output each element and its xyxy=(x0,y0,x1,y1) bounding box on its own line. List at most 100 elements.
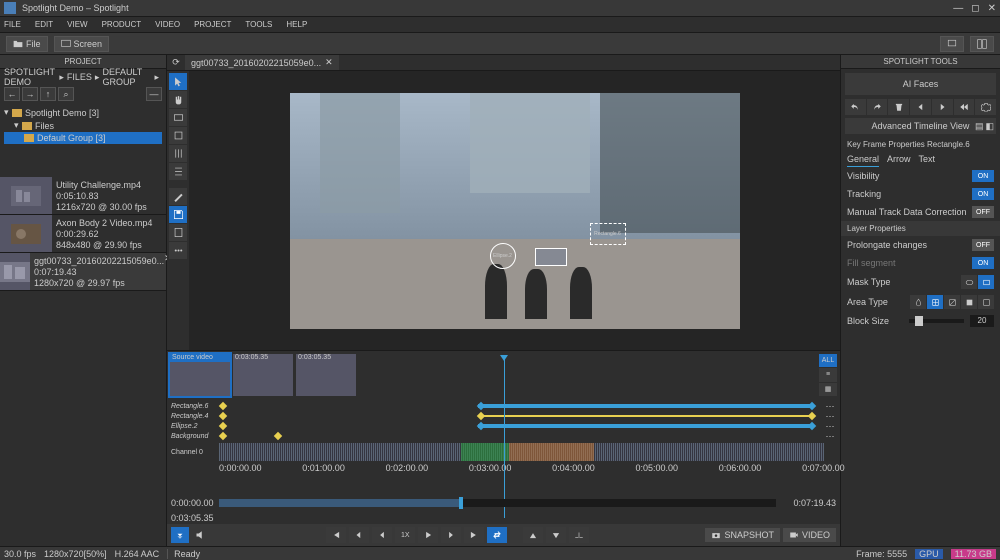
goto-start-button[interactable] xyxy=(326,527,346,543)
next-kf-button[interactable] xyxy=(932,99,953,115)
nav-fwd-button[interactable]: → xyxy=(22,87,38,101)
vlines-tool[interactable] xyxy=(169,163,187,180)
menu-video[interactable]: VIDEO xyxy=(155,20,180,29)
area-grid-button[interactable] xyxy=(927,295,943,309)
tree-root[interactable]: ▾Spotlight Demo [3] xyxy=(4,106,162,119)
sound-button[interactable] xyxy=(192,527,210,543)
atv-opt2-icon[interactable]: ◧ xyxy=(985,121,994,132)
crumb-group[interactable]: DEFAULT GROUP xyxy=(102,67,151,87)
square-tool[interactable] xyxy=(169,127,187,144)
keyframe-props-title: Key Frame Properties Rectangle.6 xyxy=(841,137,1000,152)
menu-edit[interactable]: EDIT xyxy=(35,20,53,29)
menu-project[interactable]: PROJECT xyxy=(194,20,231,29)
mask-rect-button[interactable] xyxy=(978,275,994,289)
step-fwd-button[interactable] xyxy=(441,527,461,543)
playhead[interactable] xyxy=(504,359,505,518)
step-back-button[interactable] xyxy=(372,527,392,543)
atv-opt1-icon[interactable]: ▤ xyxy=(975,121,984,132)
nav-collapse-button[interactable]: — xyxy=(146,87,162,101)
layout-button[interactable] xyxy=(970,36,994,52)
clip-item[interactable]: Utility Challenge.mp40:05:10.831216x720 … xyxy=(0,177,166,215)
crumb-files[interactable]: FILES xyxy=(67,72,92,82)
menu-help[interactable]: HELP xyxy=(286,20,307,29)
settings-button[interactable] xyxy=(975,99,996,115)
layer-thumb[interactable]: 0:03:05.35 xyxy=(296,354,356,396)
close-button[interactable]: ✕ xyxy=(988,3,996,14)
manual-toggle[interactable]: OFF xyxy=(972,206,994,218)
play-button[interactable] xyxy=(418,527,438,543)
delete-button[interactable] xyxy=(888,99,909,115)
crumb-root[interactable]: SPOTLIGHT DEMO xyxy=(4,67,56,87)
mark-out-button[interactable] xyxy=(546,527,566,543)
monitor-button[interactable] xyxy=(940,36,964,52)
prev-frame-button[interactable] xyxy=(349,527,369,543)
block-slider[interactable] xyxy=(909,319,965,323)
redo-button[interactable] xyxy=(867,99,888,115)
rect-overlay[interactable] xyxy=(535,248,567,266)
fill-toggle[interactable]: ON xyxy=(972,257,994,269)
area-drop-button[interactable] xyxy=(910,295,926,309)
video-button[interactable]: VIDEO xyxy=(783,528,836,542)
ellipse-overlay[interactable]: Ellipse.2 xyxy=(490,243,516,269)
area-solid-button[interactable] xyxy=(961,295,977,309)
all-button[interactable]: ALL xyxy=(819,354,837,367)
grid-view-button[interactable]: ▦ xyxy=(819,383,837,396)
clip-item[interactable]: ggt00733_20160202215059e0...0:07:19.4312… xyxy=(0,253,166,291)
save-tool[interactable] xyxy=(169,206,187,223)
mask-ellipse-button[interactable] xyxy=(961,275,977,289)
wand-tool[interactable] xyxy=(169,188,187,205)
status-bar: 30.0 fps 1280x720[50%] H.264 AAC Ready F… xyxy=(0,546,1000,560)
screen-button[interactable]: Screen xyxy=(54,36,110,52)
tab-general[interactable]: General xyxy=(847,152,879,167)
menu-tools[interactable]: TOOLS xyxy=(245,20,272,29)
tracking-toggle[interactable]: ON xyxy=(972,188,994,200)
expand-button[interactable] xyxy=(171,527,189,543)
snapshot-button[interactable]: SNAPSHOT xyxy=(705,528,780,542)
video-viewport[interactable]: Ellipse.2 Rectangle.6 xyxy=(189,71,840,350)
note-tool[interactable] xyxy=(169,224,187,241)
tree-files[interactable]: ▾Files xyxy=(4,119,162,132)
ai-faces-button[interactable]: AI Faces xyxy=(845,73,996,95)
bars-tool[interactable] xyxy=(169,145,187,162)
layer-thumb[interactable]: 0:03:05.35 xyxy=(233,354,293,396)
rewind-button[interactable] xyxy=(954,99,975,115)
clip-item[interactable]: Axon Body 2 Video.mp40:00:29.62848x480 @… xyxy=(0,215,166,253)
track-menu-button[interactable]: ⋯ xyxy=(824,431,836,442)
scrub-bar[interactable] xyxy=(219,499,776,507)
rect-tool[interactable] xyxy=(169,109,187,126)
pointer-tool[interactable] xyxy=(169,73,187,90)
menu-view[interactable]: VIEW xyxy=(67,20,87,29)
nav-up-button[interactable]: ↑ xyxy=(40,87,56,101)
prev-kf-button[interactable] xyxy=(910,99,931,115)
file-button[interactable]: File xyxy=(6,36,48,52)
area-diag-button[interactable] xyxy=(944,295,960,309)
split-button[interactable] xyxy=(569,527,589,543)
minimize-button[interactable]: — xyxy=(953,3,963,14)
loop-button[interactable] xyxy=(487,527,507,543)
undo-button[interactable] xyxy=(845,99,866,115)
hand-tool[interactable] xyxy=(169,91,187,108)
tab-text[interactable]: Text xyxy=(919,152,936,167)
dots-tool[interactable] xyxy=(169,242,187,259)
tree-default-group[interactable]: Default Group [3] xyxy=(4,132,162,144)
area-outline-button[interactable] xyxy=(978,295,994,309)
maximize-button[interactable]: ◻ xyxy=(971,3,979,14)
menu-product[interactable]: PRODUCT xyxy=(102,20,142,29)
goto-end-button[interactable] xyxy=(464,527,484,543)
tab-arrow[interactable]: Arrow xyxy=(887,152,911,167)
visibility-toggle[interactable]: ON xyxy=(972,170,994,182)
nav-search-button[interactable]: ⌕ xyxy=(58,87,74,101)
list-view-button[interactable]: ≡ xyxy=(819,368,837,381)
menu-file[interactable]: FILE xyxy=(4,20,21,29)
block-value[interactable]: 20 xyxy=(970,315,994,327)
tab-close-button[interactable]: ✕ xyxy=(325,57,333,68)
source-thumb[interactable]: Source video xyxy=(170,354,230,396)
nav-back-button[interactable]: ← xyxy=(4,87,20,101)
refresh-icon[interactable]: ⟳ xyxy=(169,56,183,70)
prolongate-toggle[interactable]: OFF xyxy=(972,239,994,251)
advanced-timeline-button[interactable]: Advanced Timeline View ▤◧ xyxy=(845,118,996,134)
rect2-overlay[interactable]: Rectangle.6 xyxy=(590,223,626,245)
rate-button[interactable]: 1X xyxy=(395,527,415,543)
mark-in-button[interactable] xyxy=(523,527,543,543)
editor-tab[interactable]: ggt00733_20160202215059e0... ✕ xyxy=(185,55,339,70)
